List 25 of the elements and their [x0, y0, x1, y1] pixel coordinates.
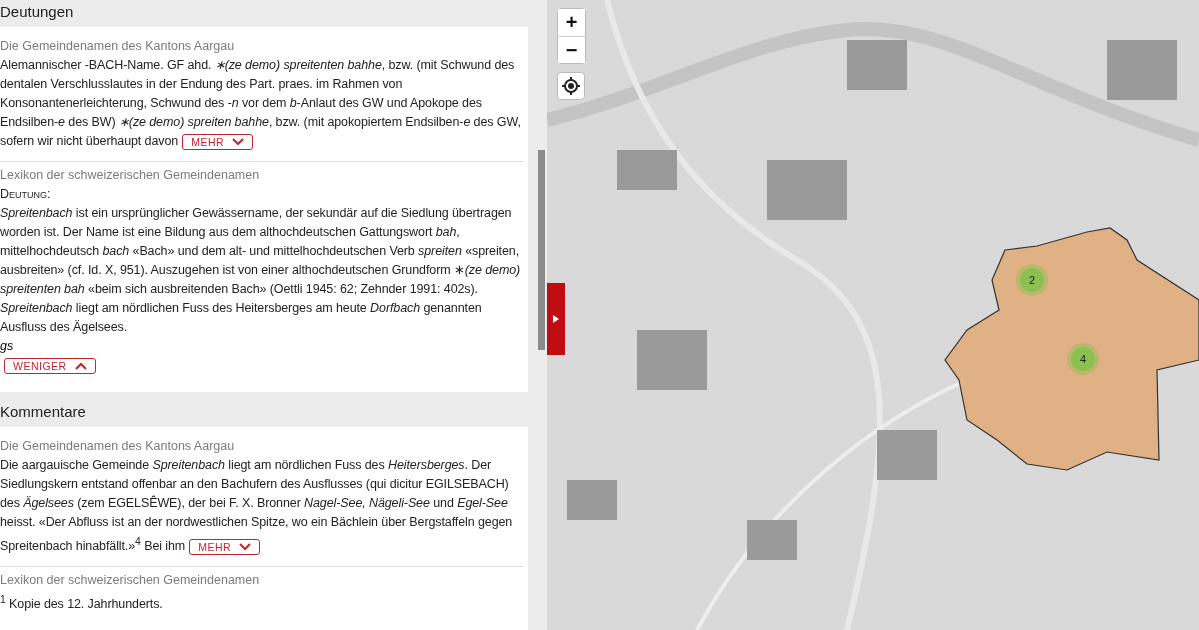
source-title: Die Gemeindenamen des Kantons Aargau [0, 38, 236, 55]
source-title: Lexikon der schweizerischen Gemeindenamen [0, 167, 261, 184]
more-button[interactable]: MEHR [182, 133, 254, 150]
source-title: Lexikon der schweizerischen Gemeindenamen [0, 572, 261, 590]
chevron-up-icon [74, 361, 87, 370]
entry-text: $^{1}$ Kopie des 12. Jahrhunderts. [0, 593, 164, 614]
panel-toggle-button[interactable] [547, 283, 565, 355]
triangle-right-icon [553, 315, 559, 323]
locate-icon [562, 77, 580, 95]
entry-text: Spreitenbach ist ein ursprünglicher Gewässername, der sekundär auf die Siedlung übertragen worden ist. Der Name ist eine Bildung aus dem althochdeutschen Gattungswort bah, mittelhochdeutsch bach «Bach» und dem alt- und mittelhochdeutschen Verb spreiten «spreiten, ausbreiten» (cf. Id. X, 951). Auszugehen ist von einer althochdeutschen Grundform ∗(ze demo) spreitenten bah «beim sich ausbreitenden Bach» (Oettli 1945: 62; Zehnder 1991: 402s). Spreitenbach liegt am nördlichen Fuss des Heitersberges am heute Dorfbach genannten Ausfluss des Ägelsees. [0, 205, 522, 336]
chevron-down-icon [239, 542, 252, 551]
entry-heading: Deutung: [0, 186, 52, 203]
entry-text: Die aargauische Gemeinde Spreitenbach liegt am nördlichen Fuss des Heitersberges. Der Siedlungskern entstand offenbar an den Bachufern des Ausflusses (qui dicitur EGILSEBACH) des Ägelsees (zem EGELSÊWE), der bei F. X. Bronner Nagel-See, Nägeli-See und Egel-See heisst. «Der Abfluss ist an der nordwestlichen Spitze, wo ein Bächlein über Bergstaffeln gegen Spreitenbach hinabfällt.»$^{4}$ Bei ihm MEHR [0, 457, 514, 557]
less-button[interactable]: WENIGER [4, 357, 96, 374]
source-title: Die Gemeindenamen des Kantons Aargau [0, 438, 236, 455]
section-heading: Deutungen [0, 2, 75, 22]
chevron-down-icon [232, 137, 245, 146]
map-area[interactable]: + − 2 4 [547, 0, 1199, 630]
entry-text: Alemannischer -BACH-Name. GF ahd. ∗(ze demo) spreitenten bahhe, bzw. (mit Schwund des dentalen Verschlusslautes in der Endung des Part. praes. im Rahmen von Konsonantenerleichterung, Schwund des -n vor dem b-Anlaut des GW und Apokope des Endsilben-e des BW) ∗(ze demo) spreiten bahhe, bzw. (mit apokopiertem Endsilben-e des GW, sofern wir nicht überhaupt davon MEHR [0, 57, 522, 151]
author-initials: gs [0, 338, 15, 355]
scrollbar-thumb[interactable] [538, 150, 545, 350]
section-heading: Kommentare [0, 402, 87, 422]
locate-button[interactable] [557, 72, 585, 100]
more-button[interactable]: MEHR [189, 538, 261, 555]
zoom-out-button[interactable]: − [558, 36, 585, 63]
